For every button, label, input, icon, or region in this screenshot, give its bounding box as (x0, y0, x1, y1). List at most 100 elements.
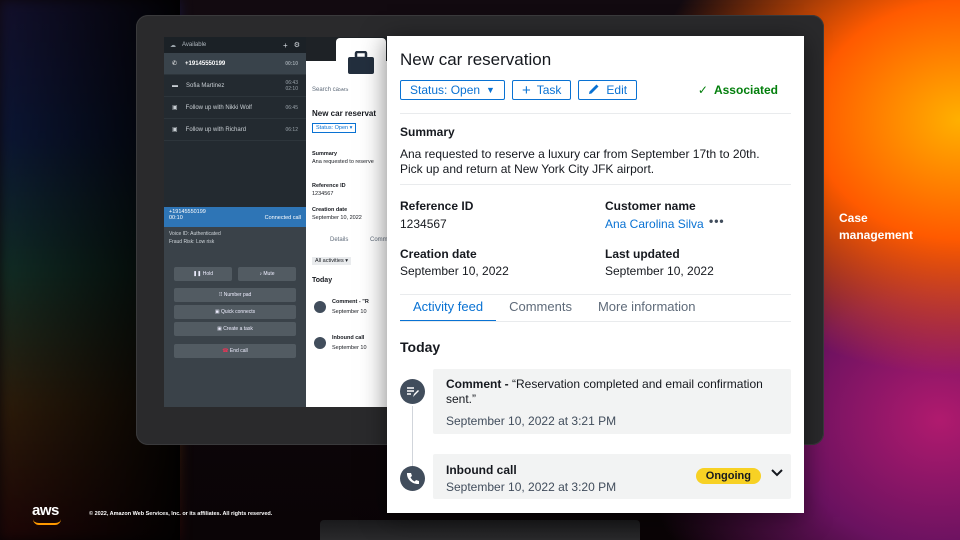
timeline-line (412, 406, 413, 471)
customer-name-link[interactable]: Ana Carolina Silva (605, 217, 704, 231)
divider (400, 113, 791, 114)
call-duration: 00:10 (169, 215, 183, 221)
summary-text: Ana requested to reserve a luxury car fr… (400, 147, 760, 176)
case-panel: Search cases New car reservat Status: Op… (306, 61, 396, 407)
phone-icon: ✆ (172, 61, 178, 67)
section-label-line2: management (839, 228, 914, 242)
call-state: Connected call (264, 215, 301, 221)
add-icon[interactable]: + (283, 41, 288, 50)
contact-control-panel: ☁ Available + ⚙ ✆ +19145550199 00:10 ▬ S… (164, 37, 306, 407)
contact-row[interactable]: ▣ Follow up with Richard 06:12 (164, 119, 306, 141)
quick-connects-button[interactable]: ▣ Quick connects (174, 305, 296, 319)
agent-status[interactable]: Available (182, 42, 277, 48)
mid-tab-comments[interactable]: Comm (370, 237, 388, 243)
contact-row[interactable]: ✆ +19145550199 00:10 (164, 53, 306, 75)
aws-logo: aws (32, 502, 59, 519)
quick-connects-label: Quick connects (220, 309, 256, 315)
last-updated-value: September 10, 2022 (605, 264, 714, 278)
contact-time: 06:43 02:10 (285, 79, 298, 92)
voice-id-label: Voice ID: (169, 231, 190, 237)
reference-id-label: Reference ID (400, 199, 474, 213)
fraud-value: Low risk (195, 239, 215, 245)
add-task-button[interactable]: + Task (511, 80, 572, 100)
mid-status-button[interactable]: Status: Open ▾ (312, 123, 357, 133)
contact-time: 06:12 (285, 126, 298, 133)
contact-name: Sofia Martinez (186, 82, 225, 89)
plus-icon: + (521, 81, 531, 99)
mid-phone-icon (314, 337, 326, 349)
create-task-label: Create a task (223, 326, 253, 332)
section-label: Case management (839, 210, 913, 244)
status-dropdown-button[interactable]: Status: Open ▼ (400, 80, 505, 100)
mid-case-title: New car reservat (312, 109, 377, 118)
number-pad-button[interactable]: ⠿ Number pad (174, 288, 296, 302)
chevron-down-icon[interactable] (771, 467, 783, 481)
aws-smile-icon (33, 519, 61, 525)
creation-date-label: Creation date (400, 247, 477, 261)
number-pad-label: Number pad (223, 292, 252, 298)
mid-comment: Comment - "R (332, 299, 369, 305)
tab-more-information[interactable]: More information (585, 299, 709, 322)
case-title: New car reservation (400, 50, 552, 69)
tab-activity-feed[interactable]: Activity feed (400, 299, 497, 322)
end-call-label: End call (229, 348, 248, 354)
copyright-text: © 2022, Amazon Web Services, Inc. or its… (89, 511, 273, 517)
mid-ref: 1234567 (312, 191, 334, 197)
fraud-label: Fraud Risk: (169, 239, 195, 245)
mid-filter-label: All activities (315, 258, 344, 264)
activity-comment[interactable]: Comment - “Reservation completed and ema… (433, 369, 791, 434)
contact-name: +19145550199 (185, 60, 226, 67)
contact-row[interactable]: ▬ Sofia Martinez 06:43 02:10 (164, 75, 306, 97)
mute-button[interactable]: ♪ Mute (238, 267, 296, 281)
hangup-icon: ☎ (222, 348, 230, 354)
mid-created: September 10, 2022 (312, 215, 362, 221)
mid-tab-details[interactable]: Details (330, 237, 348, 243)
hold-button[interactable]: ❚❚ Hold (174, 267, 232, 281)
contact-time: 00:10 (285, 60, 298, 67)
phone-icon (400, 466, 425, 491)
case-tabs: Activity feed Comments More information (400, 299, 709, 322)
contact-name: Follow up with Richard (185, 126, 247, 133)
mute-label: Mute (263, 271, 275, 277)
activity-comment-text: Comment - “Reservation completed and ema… (446, 377, 766, 407)
gear-icon[interactable]: ⚙ (294, 41, 300, 49)
edit-button[interactable]: Edit (578, 80, 638, 100)
mid-ref-label: Reference ID (312, 183, 346, 189)
mid-comment-date: September 10 (332, 309, 367, 315)
task-label: Task (536, 83, 562, 97)
ccp-header: ☁ Available + ⚙ (164, 37, 306, 53)
end-call-button[interactable]: ☎ End call (174, 344, 296, 358)
edit-label: Edit (606, 83, 628, 97)
mid-comment-icon (314, 301, 326, 313)
customer-name-label: Customer name (605, 199, 696, 213)
call-header: +19145550199 00:10 Connected call (164, 207, 306, 227)
more-options-icon[interactable]: ••• (709, 214, 725, 228)
call-info: Voice ID: Authenticated Fraud Risk: Low … (164, 227, 306, 249)
divider (400, 294, 791, 295)
agent-status-icon: ☁ (170, 42, 176, 49)
chat-icon: ▬ (172, 82, 178, 89)
activity-inbound-title: Inbound call (446, 463, 517, 477)
mid-status-label: Status: Open (316, 125, 349, 131)
tab-comments[interactable]: Comments (496, 299, 585, 322)
contact-name: Follow up with Nikki Wolf (185, 104, 252, 111)
create-task-button[interactable]: ▣ Create a task (174, 322, 296, 336)
case-detail-card: New car reservation Status: Open ▼ + Tas… (387, 36, 804, 513)
mid-created-label: Creation date (312, 207, 348, 213)
mid-activity-filter[interactable]: All activities ▾ (312, 257, 352, 265)
activity-inbound-call[interactable]: Inbound call September 10, 2022 at 3:20 … (433, 454, 791, 499)
associated-status: ✓ Associated (698, 83, 778, 97)
checkmark-icon: ✓ (697, 83, 708, 97)
activity-comment-date: September 10, 2022 at 3:21 PM (446, 414, 617, 428)
pencil-icon (588, 83, 600, 98)
mid-inbound: Inbound call (332, 335, 365, 341)
voice-id-value: Authenticated (190, 231, 221, 237)
contact-time: 06:45 (285, 104, 298, 111)
summary-label: Summary (400, 125, 455, 139)
section-label-line1: Case (839, 211, 868, 225)
case-actions: Status: Open ▼ + Task Edit (400, 80, 638, 100)
last-updated-label: Last updated (605, 247, 680, 261)
activity-today-heading: Today (400, 339, 441, 355)
contact-row[interactable]: ▣ Follow up with Nikki Wolf 06:45 (164, 97, 306, 119)
mid-summary: Ana requested to reserve (312, 159, 374, 165)
